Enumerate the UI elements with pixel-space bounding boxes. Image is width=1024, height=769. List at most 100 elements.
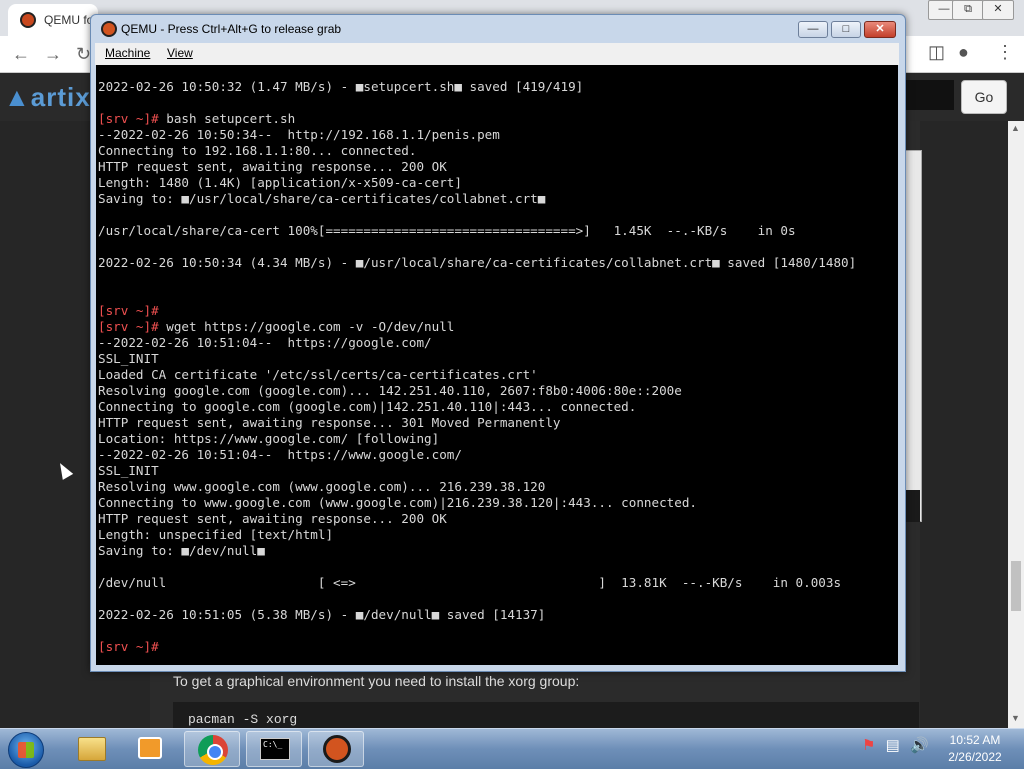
page-scrollbar[interactable]: ▲ ▼ [1008, 121, 1024, 728]
terminal-line: Connecting to 192.168.1.1:80... connecte… [98, 143, 856, 159]
site-search-input[interactable] [900, 80, 954, 110]
qemu-icon [323, 735, 351, 763]
back-arrow-icon[interactable]: ← [12, 44, 30, 65]
terminal-text: --2022-02-26 10:51:04-- https://www.goog… [98, 447, 462, 462]
terminal-line: HTTP request sent, awaiting response... … [98, 511, 856, 527]
terminal-output: 2022-02-26 10:50:32 (1.47 MB/s) - ■setup… [98, 79, 856, 655]
terminal-line: 2022-02-26 10:50:34 (4.34 MB/s) - ■/usr/… [98, 255, 856, 271]
shell-prompt: [srv ~]# [98, 303, 159, 318]
terminal-line: HTTP request sent, awaiting response... … [98, 415, 856, 431]
terminal-text: SSL_INIT [98, 351, 159, 366]
taskbar-media-player[interactable] [122, 731, 178, 767]
reload-icon[interactable]: ↻ [76, 44, 91, 65]
menu-view[interactable]: View [167, 46, 193, 60]
qemu-app-icon [101, 21, 117, 37]
volume-icon[interactable]: 🔊 [910, 737, 929, 754]
terminal-line: Length: 1480 (1.4K) [application/x-x509-… [98, 175, 856, 191]
terminal-text: Length: unspecified [text/html] [98, 527, 334, 542]
qemu-window-title: QEMU - Press Ctrl+Alt+G to release grab [121, 22, 342, 36]
terminal-line: [srv ~]# [98, 639, 856, 655]
terminal-line: Loaded CA certificate '/etc/ssl/certs/ca… [98, 367, 856, 383]
terminal-line: --2022-02-26 10:51:04-- https://www.goog… [98, 447, 856, 463]
clock-date[interactable]: 2/26/2022 [940, 750, 1010, 764]
folder-icon [78, 737, 106, 761]
shell-prompt: [srv ~]# [98, 111, 159, 126]
qemu-close-button[interactable]: ✕ [864, 21, 896, 38]
go-button[interactable]: Go [961, 80, 1007, 114]
start-button[interactable] [8, 732, 44, 768]
terminal-line: [srv ~]# wget https://google.com -v -O/d… [98, 319, 856, 335]
page-paragraph: To get a graphical environment you need … [173, 673, 580, 689]
terminal-line: Saving to: ■/usr/local/share/ca-certific… [98, 191, 856, 207]
code-command: pacman -S xorg [188, 712, 298, 727]
terminal-text: SSL_INIT [98, 463, 159, 478]
scroll-up-icon[interactable]: ▲ [1011, 123, 1020, 133]
terminal-text: Saving to: ■/dev/null■ [98, 543, 265, 558]
terminal-text: Connecting to www.google.com (www.google… [98, 495, 697, 510]
shell-prompt: [srv ~]# [98, 319, 159, 334]
terminal-text: Location: https://www.google.com/ [follo… [98, 431, 440, 446]
scroll-down-icon[interactable]: ▼ [1011, 713, 1020, 723]
browser-tab-title: QEMU fo [44, 13, 94, 27]
artix-logo[interactable]: ▲artix [4, 82, 91, 113]
terminal-text: Connecting to google.com (google.com)|14… [98, 399, 637, 414]
terminal-text: HTTP request sent, awaiting response... … [98, 159, 447, 174]
taskbar-cmd[interactable]: C:\_ [246, 731, 302, 767]
browser-restore-button[interactable]: ⧉ [952, 0, 984, 20]
terminal-text: Resolving www.google.com (www.google.com… [98, 479, 546, 494]
terminal-line: --2022-02-26 10:51:04-- https://google.c… [98, 335, 856, 351]
terminal-text: 2022-02-26 10:50:34 (4.34 MB/s) - ■/usr/… [98, 255, 857, 270]
terminal-text: /usr/local/share/ca-cert 100%[==========… [98, 223, 796, 238]
chrome-icon [198, 735, 228, 765]
terminal-text: 2022-02-26 10:50:32 (1.47 MB/s) - ■setup… [98, 79, 584, 94]
network-icon[interactable]: ▤ [886, 737, 900, 754]
terminal-line: HTTP request sent, awaiting response... … [98, 159, 856, 175]
terminal-text: Connecting to 192.168.1.1:80... connecte… [98, 143, 417, 158]
terminal-text: Length: 1480 (1.4K) [application/x-x509-… [98, 175, 462, 190]
menu-machine[interactable]: Machine [105, 46, 150, 60]
terminal-screen[interactable]: 2022-02-26 10:50:32 (1.47 MB/s) - ■setup… [96, 65, 898, 665]
terminal-text: Loaded CA certificate '/etc/ssl/certs/ca… [98, 367, 538, 382]
terminal-text: HTTP request sent, awaiting response... … [98, 511, 447, 526]
profile-avatar-icon[interactable]: ● [958, 42, 969, 63]
browser-menu-icon[interactable]: ⋮ [996, 42, 1014, 63]
terminal-line: Resolving google.com (google.com)... 142… [98, 383, 856, 399]
taskbar-chrome[interactable] [184, 731, 240, 767]
qemu-maximize-button[interactable]: □ [831, 21, 861, 38]
terminal-text: /dev/null [ <=> ] 13.81K --.-KB/s in 0.0… [98, 575, 842, 590]
terminal-text: Resolving google.com (google.com)... 142… [98, 383, 682, 398]
terminal-line: /dev/null [ <=> ] 13.81K --.-KB/s in 0.0… [98, 575, 856, 591]
terminal-line: Resolving www.google.com (www.google.com… [98, 479, 856, 495]
artix-triangle-icon: ▲ [4, 82, 31, 112]
terminal-text: --2022-02-26 10:50:34-- http://192.168.1… [98, 127, 500, 142]
forward-arrow-icon[interactable]: → [44, 44, 62, 65]
browser-close-button[interactable]: ✕ [982, 0, 1014, 20]
qemu-title-bar[interactable]: QEMU - Press Ctrl+Alt+G to release grab … [91, 15, 905, 43]
shell-prompt: [srv ~]# [98, 639, 159, 654]
qemu-minimize-button[interactable]: — [798, 21, 828, 38]
terminal-line: [srv ~]# bash setupcert.sh [98, 111, 856, 127]
terminal-line: Length: unspecified [text/html] [98, 527, 856, 543]
sidebar-panel-icon[interactable]: ◫ [928, 42, 945, 63]
taskbar-qemu[interactable] [308, 731, 364, 767]
qemu-window[interactable]: QEMU - Press Ctrl+Alt+G to release grab … [90, 14, 906, 672]
system-tray: ⚑ ▤ 🔊 [862, 736, 929, 754]
terminal-line: SSL_INIT [98, 351, 856, 367]
terminal-text: --2022-02-26 10:51:04-- https://google.c… [98, 335, 432, 350]
browser-tab[interactable]: QEMU fo [8, 4, 98, 36]
scrollbar-thumb[interactable] [1011, 561, 1021, 611]
terminal-text: bash setupcert.sh [158, 111, 296, 126]
action-center-flag-icon[interactable]: ⚑ [862, 737, 875, 754]
terminal-text: HTTP request sent, awaiting response... … [98, 415, 561, 430]
media-player-icon [138, 737, 162, 759]
terminal-line: 2022-02-26 10:50:32 (1.47 MB/s) - ■setup… [98, 79, 856, 95]
clock-time[interactable]: 10:52 AM [940, 733, 1010, 747]
taskbar-explorer[interactable] [62, 731, 118, 767]
terminal-line: SSL_INIT [98, 463, 856, 479]
